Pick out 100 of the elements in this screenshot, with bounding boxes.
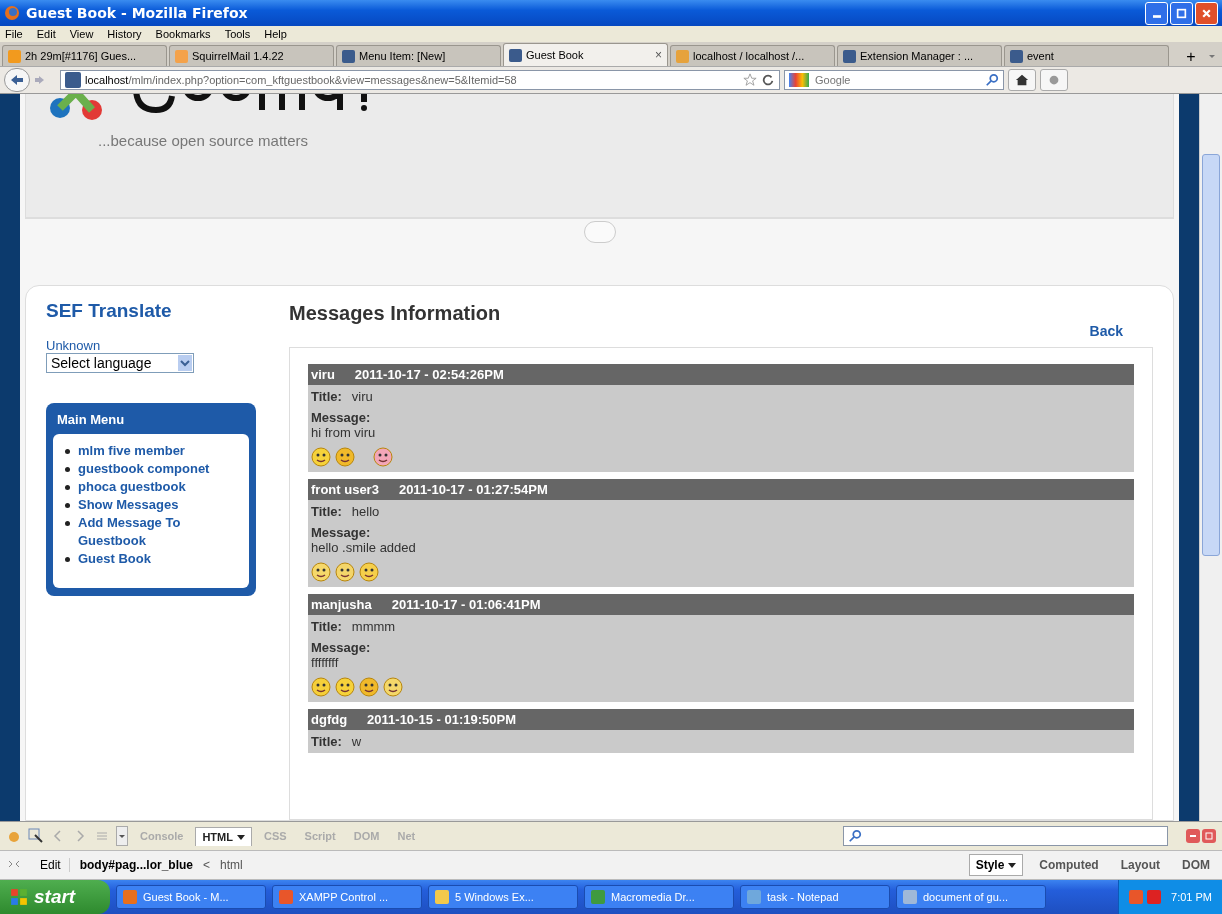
site-icon <box>843 49 856 63</box>
dropdown-icon[interactable] <box>116 826 128 846</box>
module-title: SEF Translate <box>46 300 173 322</box>
taskbar-button[interactable]: document of gu... <box>896 885 1046 909</box>
google-icon <box>789 73 809 87</box>
menu-link[interactable]: guestbook componet <box>78 460 210 478</box>
message-title: hello <box>351 504 380 519</box>
browser-tab[interactable]: Menu Item: [New] <box>336 45 501 66</box>
forward-icon[interactable] <box>34 74 46 86</box>
browser-tab[interactable]: 2h 29m[#1176] Gues... <box>2 45 167 66</box>
panel-tab[interactable]: Style <box>968 854 1024 876</box>
taskbar-button[interactable]: task - Notepad <box>740 885 890 909</box>
panel-tab[interactable]: Computed <box>1033 855 1105 875</box>
browser-tab[interactable]: localhost / localhost /... <box>670 45 835 66</box>
author-name: dgfdg <box>311 712 348 727</box>
app-icon <box>279 890 293 904</box>
title-label: Title: <box>311 734 342 749</box>
menu-item[interactable]: Help <box>264 28 287 40</box>
message-text: hi from viru <box>311 425 377 440</box>
edit-button[interactable]: Edit <box>32 858 70 872</box>
tab-close-button[interactable]: × <box>655 48 662 62</box>
divider-handle[interactable] <box>583 221 616 243</box>
browser-tab[interactable]: event <box>1004 45 1169 66</box>
author-name: viru <box>311 367 335 382</box>
browser-tab[interactable]: Extension Manager : ... <box>837 45 1002 66</box>
maximize-button[interactable] <box>1170 1 1193 25</box>
clock: 7:01 PM <box>1171 891 1212 903</box>
page-heading: Messages Information <box>289 301 502 325</box>
search-field[interactable]: Google <box>784 70 1004 90</box>
bullet-icon <box>65 485 70 490</box>
breadcrumb-item[interactable]: html <box>220 858 243 872</box>
message-date: 2011-10-17 - 01:27:54PM <box>398 482 548 497</box>
breadcrumb-item[interactable]: < <box>203 858 211 872</box>
window-title: Guest Book - Mozilla Firefox <box>26 5 248 21</box>
breadcrumb-item[interactable]: body#pag...lor_blue <box>79 858 194 872</box>
close-icon <box>1201 7 1212 19</box>
site-icon <box>175 49 188 63</box>
tray-icon[interactable] <box>1147 890 1162 904</box>
message-date: 2011-10-17 - 01:06:41PM <box>391 597 541 612</box>
back-button[interactable] <box>4 68 30 92</box>
menu-item[interactable]: Bookmarks <box>155 28 211 40</box>
browser-tab[interactable]: Guest Book × <box>503 43 668 66</box>
site-icon <box>65 72 81 88</box>
address-field[interactable]: localhost/mlm/index.php?option=com_kftguestbook&view=messages&new=5&Itemid=58 <box>60 70 780 90</box>
close-button[interactable] <box>1195 1 1218 25</box>
search-icon[interactable] <box>985 73 999 87</box>
taskbar-button[interactable]: XAMPP Control ... <box>272 885 422 909</box>
app-icon <box>123 890 137 904</box>
devtools-tab[interactable]: HTML <box>195 826 252 846</box>
smiley-icon <box>359 677 379 697</box>
app-icon <box>591 890 605 904</box>
taskbar-button[interactable]: 5 Windows Ex... <box>428 885 578 909</box>
menu-link[interactable]: Show Messages <box>78 496 179 514</box>
menu-link[interactable]: phoca guestbook <box>78 478 186 496</box>
smiley-icon <box>311 562 331 582</box>
menu-item[interactable]: Tools <box>224 28 251 40</box>
message-text: hello .smile added <box>311 540 417 555</box>
taskbar-button[interactable]: Macromedia Dr... <box>584 885 734 909</box>
author-name: front user3 <box>311 482 379 497</box>
message-label: Message: <box>311 410 372 425</box>
smiley-icon <box>335 677 355 697</box>
back-arrow-icon <box>9 72 25 88</box>
taskbar-button[interactable]: Guest Book - M... <box>116 885 266 909</box>
menu-title: Main Menu <box>56 411 126 429</box>
smiley-icon <box>359 562 379 582</box>
inspect-icon[interactable] <box>28 828 44 844</box>
minimize-button[interactable] <box>1145 1 1168 25</box>
start-button[interactable]: start <box>0 880 110 914</box>
caret-icon <box>236 832 245 841</box>
close-icon[interactable] <box>1186 829 1216 843</box>
message-date: 2011-10-15 - 01:19:50PM <box>367 712 516 727</box>
menu-item[interactable]: File <box>5 28 23 40</box>
new-tab-button[interactable]: + <box>1182 48 1200 66</box>
menu-link[interactable]: Guest Book <box>78 550 151 568</box>
message-title: viru <box>351 389 373 404</box>
panel-tab[interactable]: Layout <box>1114 855 1166 875</box>
caret-icon <box>1008 861 1017 869</box>
message-title: w <box>351 734 362 749</box>
caret-icon[interactable] <box>1208 52 1216 60</box>
smiley-icon <box>311 447 331 467</box>
back-link[interactable]: Back <box>1089 323 1123 339</box>
language-select[interactable]: Select language <box>46 353 194 373</box>
smiley-icon <box>335 562 355 582</box>
browser-tab[interactable]: SquirrelMail 1.4.22 <box>169 45 334 66</box>
reload-icon[interactable] <box>761 73 775 87</box>
site-icon <box>1010 49 1023 63</box>
panel-tab[interactable]: DOM <box>1176 855 1216 875</box>
vertical-scrollbar[interactable] <box>1199 94 1222 821</box>
title-label: Title: <box>311 619 342 634</box>
star-icon[interactable] <box>743 73 757 87</box>
home-button[interactable] <box>1008 69 1036 91</box>
menu-item[interactable]: View <box>69 28 94 40</box>
language-label: Unknown <box>46 338 102 353</box>
menu-item[interactable]: Edit <box>36 28 56 40</box>
bullet-icon <box>65 449 70 454</box>
message-text: ffffffff <box>311 655 340 670</box>
menu-link[interactable]: Add Message To Guestbook <box>78 514 239 550</box>
menu-item[interactable]: History <box>107 28 142 40</box>
menu-link[interactable]: mlm five member <box>78 442 185 460</box>
search-field[interactable] <box>843 826 1168 846</box>
